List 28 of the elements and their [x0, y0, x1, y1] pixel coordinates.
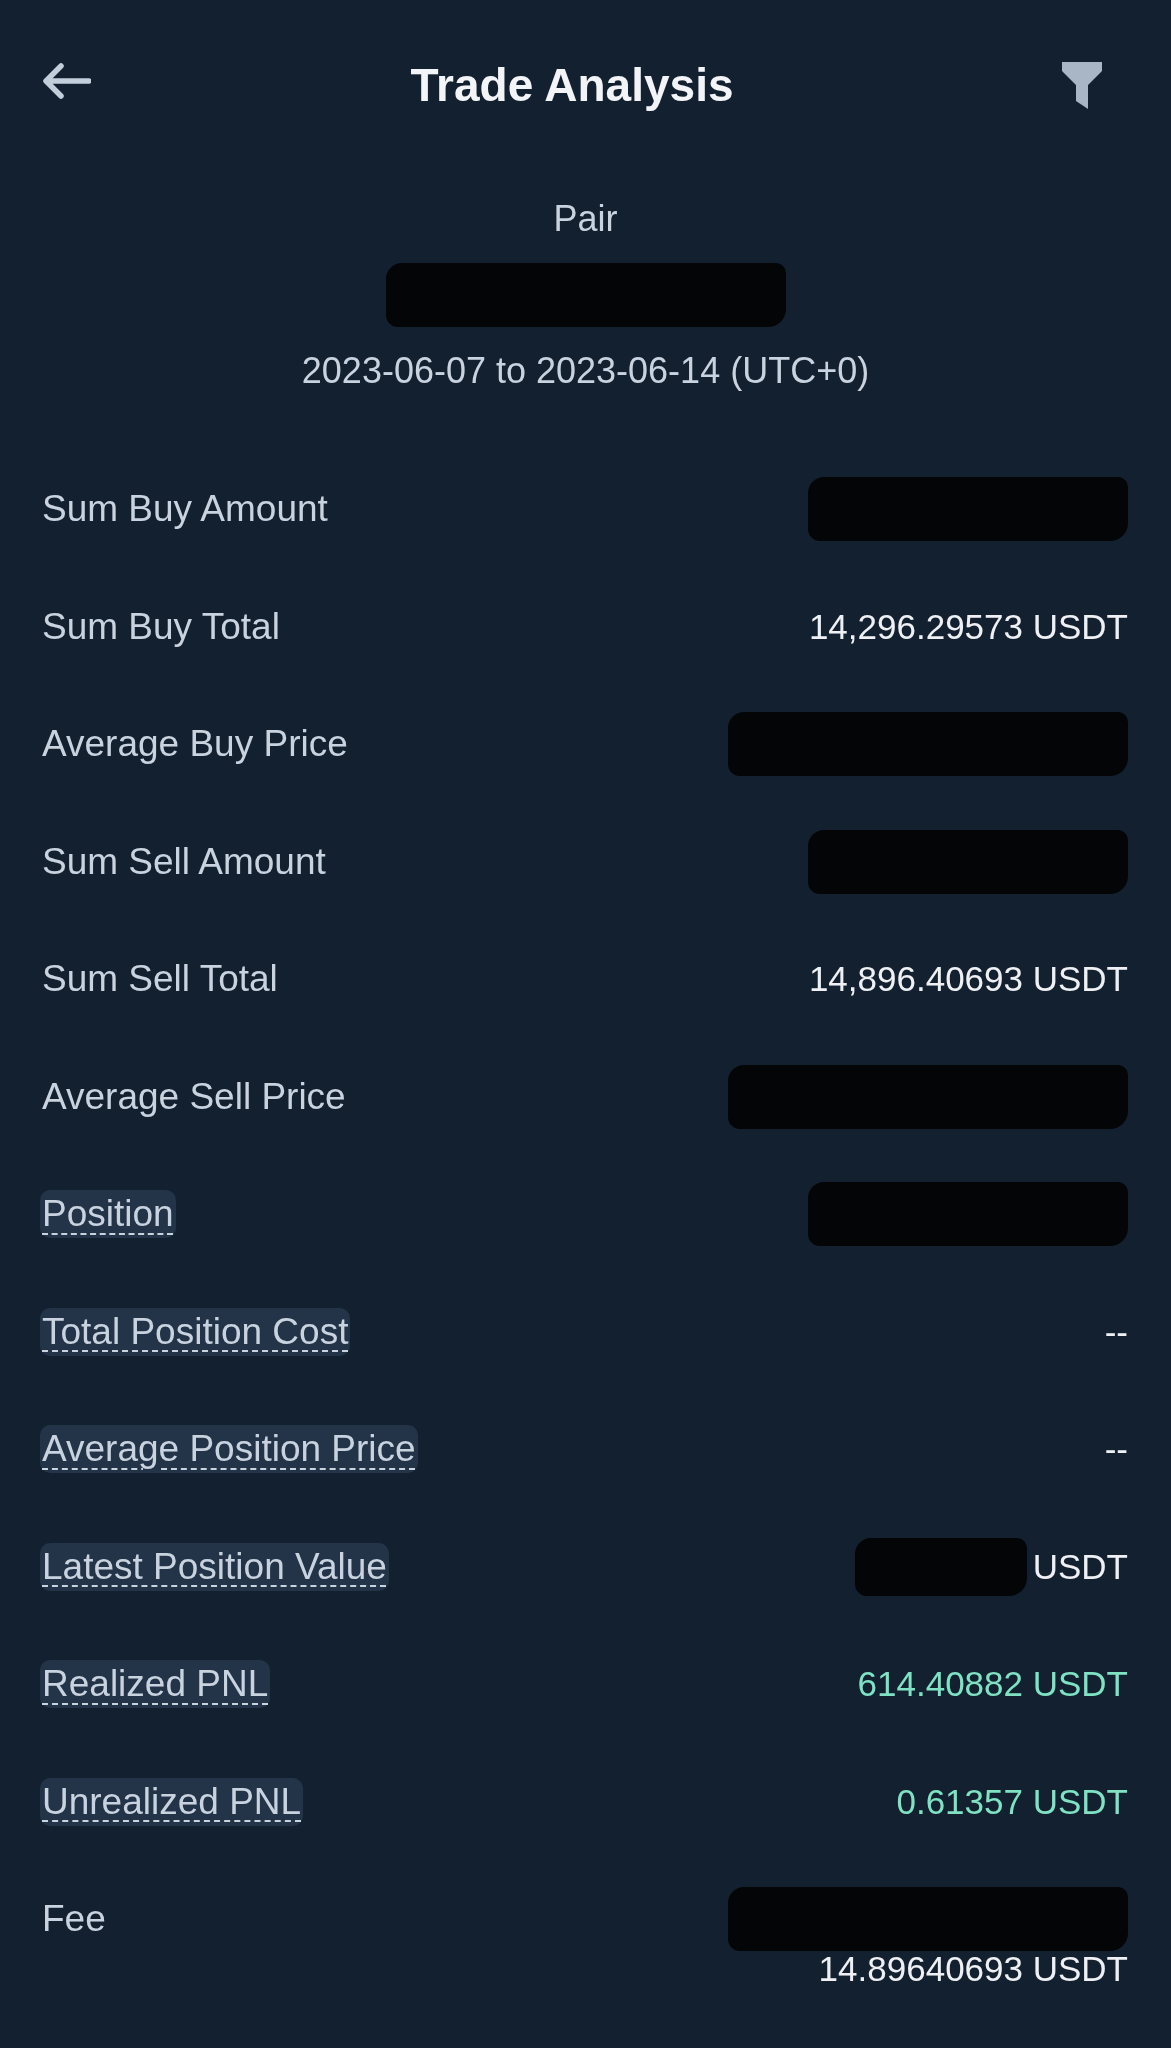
value-text: 14.89640693 USDT: [818, 1949, 1128, 1989]
row-label: Sum Sell Amount: [42, 839, 326, 884]
row-label: Average Buy Price: [42, 722, 348, 766]
value-text: 614.40882 USDT: [857, 1664, 1128, 1704]
hint-label[interactable]: Realized PNL: [40, 1660, 271, 1708]
row-label: Average Sell Price: [42, 1074, 346, 1119]
page-title: Trade Analysis: [410, 58, 734, 113]
hint-label[interactable]: Latest Position Value: [40, 1542, 389, 1591]
arrow-left-icon: [42, 63, 91, 99]
value-text: 14,296.29573 USDT: [808, 606, 1128, 647]
filter-icon: [1062, 61, 1102, 109]
hint-label[interactable]: Average Position Price: [40, 1425, 418, 1473]
value-text: 14,896.40693 USDT: [808, 959, 1128, 999]
row-label: Sum Buy Amount: [42, 487, 328, 531]
value-text: 0.61357 USDT: [896, 1781, 1128, 1822]
value-text: USDT: [1032, 1546, 1128, 1587]
row-label: Sum Buy Total: [42, 604, 280, 649]
hint-label[interactable]: Unrealized PNL: [40, 1777, 304, 1826]
value-text: --: [1104, 1311, 1128, 1352]
row-label: Fee: [42, 1897, 106, 1941]
row-label: Sum Sell Total: [42, 957, 278, 1001]
back-button[interactable]: [42, 63, 91, 99]
hint-label[interactable]: Position: [40, 1190, 176, 1238]
filter-button[interactable]: [1062, 61, 1102, 109]
value-text: --: [1104, 1429, 1128, 1469]
pair-label: Pair: [553, 197, 618, 241]
hint-label[interactable]: Total Position Cost: [40, 1307, 351, 1356]
date-range: 2023-06-07 to 2023-06-14 (UTC+0): [301, 349, 870, 393]
